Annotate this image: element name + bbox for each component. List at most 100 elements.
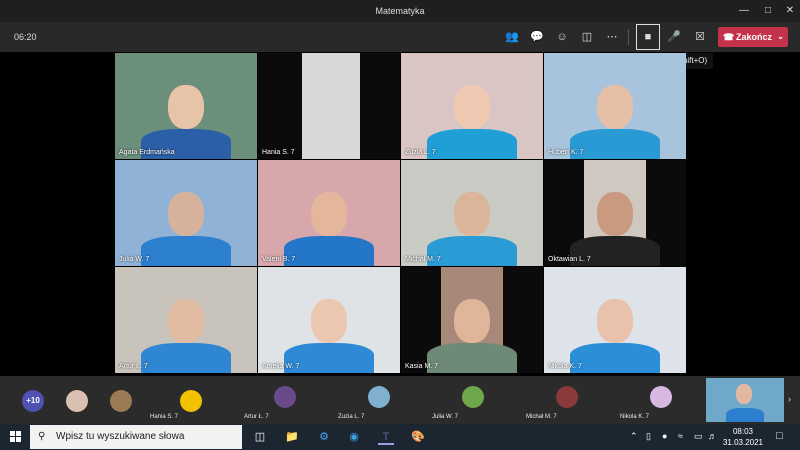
avatar[interactable] [180, 390, 202, 412]
task-view-icon[interactable]: ◫ [252, 429, 268, 445]
video-tile[interactable]: Amelia W. 7 [258, 267, 400, 373]
phone-hangup-icon: ☎ [723, 32, 735, 42]
windows-start-icon[interactable] [10, 431, 22, 443]
file-explorer-icon[interactable]: 📁 [284, 429, 300, 445]
participant-name: Amelia W. 7 [262, 363, 300, 370]
participant-name: Valerii B. 7 [262, 256, 296, 263]
video-tile[interactable]: Zuzia L. 7 [401, 53, 543, 159]
participant-name: Artur Ł. 7 [244, 414, 269, 420]
participant-body [141, 343, 231, 373]
system-clock[interactable]: 08:03 31.03.2021 [718, 426, 768, 448]
participant-face [311, 298, 347, 343]
video-tile[interactable]: Artur Ł. 7 [115, 267, 257, 373]
avatar[interactable] [650, 386, 672, 408]
participant-name: Julia W. 7 [432, 414, 459, 420]
teams-icon[interactable]: T [378, 429, 394, 445]
participant-name: Nikola K. 7 [548, 363, 582, 370]
search-placeholder: Wpisz tu wyszukiwane słowa [56, 431, 185, 442]
minimize-button[interactable]: — [736, 3, 752, 19]
more-actions-icon[interactable]: ⋯ [602, 27, 622, 47]
notification-icon[interactable]: □ [776, 430, 783, 442]
avatar[interactable] [368, 386, 390, 408]
participant-name: Julia W. 7 [119, 256, 150, 263]
participant-name: Michał M. 7 [405, 256, 441, 263]
participant-body [141, 236, 231, 266]
participant-face [597, 191, 633, 236]
chevron-down-icon[interactable]: ⌄ [777, 27, 784, 47]
participant-name: Hubert K. 7 [548, 149, 584, 156]
participant-face [597, 298, 633, 343]
reactions-icon[interactable]: ☺ [552, 27, 572, 47]
close-window-button[interactable]: ✕ [782, 3, 798, 19]
participant-body [427, 343, 517, 373]
chevron-up-icon[interactable]: ⌃ [630, 431, 638, 442]
video-feed [302, 53, 360, 159]
participant-face [168, 191, 204, 236]
search-icon: ⚲ [38, 431, 46, 442]
avatar[interactable] [66, 390, 88, 412]
participant-name: Oktawian L. 7 [548, 256, 591, 263]
paint-icon[interactable]: 🎨 [410, 429, 426, 445]
video-tile[interactable]: Valerii B. 7 [258, 160, 400, 266]
self-view-face [736, 384, 752, 404]
participant-name: Hania S. 7 [262, 149, 295, 156]
self-view[interactable] [706, 378, 784, 422]
participant-face [168, 84, 204, 129]
participant-face [454, 298, 490, 343]
participant-face [597, 84, 633, 129]
participant-name: Artur Ł. 7 [119, 363, 148, 370]
chevron-right-icon[interactable]: › [788, 394, 791, 404]
participants-icon[interactable]: 👥 [502, 27, 522, 47]
participant-name: Michał M. 7 [526, 414, 557, 420]
taskbar-search[interactable]: ⚲ Wpisz tu wyszukiwane słowa [30, 425, 242, 449]
avatar[interactable] [274, 386, 296, 408]
self-view-body [726, 408, 764, 422]
share-screen-icon[interactable]: ◫ [577, 27, 597, 47]
video-tile[interactable]: Nikola K. 7 [544, 267, 686, 373]
video-tile[interactable]: Hania S. 7 [258, 53, 400, 159]
edge-icon[interactable]: ◉ [346, 429, 362, 445]
participant-name: Nikola K. 7 [620, 414, 650, 420]
volume-icon[interactable]: ♬ [708, 431, 717, 441]
microphone-icon[interactable]: 🎤 [664, 27, 684, 47]
participant-body [570, 343, 660, 373]
chat-icon[interactable]: 💬 [527, 27, 547, 47]
participant-body [427, 129, 517, 159]
microphone-icon[interactable]: ● [662, 431, 667, 441]
video-tile[interactable]: Hubert K. 7 [544, 53, 686, 159]
participant-face [454, 84, 490, 129]
leave-button[interactable]: ☎ Zakończ ⌄ [718, 27, 788, 47]
participant-face [454, 191, 490, 236]
taskbar: ⚲ Wpisz tu wyszukiwane słowa ◫ 📁 ⚙ ◉ T 🎨… [0, 424, 800, 450]
video-tile[interactable]: Agata Erdmańska [115, 53, 257, 159]
camera-icon[interactable]: ■ [636, 24, 660, 50]
participant-body [570, 129, 660, 159]
video-tile[interactable]: Michał M. 7 [401, 160, 543, 266]
share-tray-icon[interactable]: ☒ [690, 27, 710, 47]
wifi-icon[interactable]: ≈ [678, 431, 683, 441]
avatar[interactable] [110, 390, 132, 412]
avatar[interactable] [556, 386, 578, 408]
maximize-button[interactable]: □ [760, 3, 776, 19]
video-grid: Agata Erdmańska Hania S. 7 Zuzia L. 7 Hu… [115, 53, 686, 375]
video-tile[interactable]: Julia W. 7 [115, 160, 257, 266]
participant-strip: +10 Hania S. 7 Artur Ł. 7 Zuzia L. 7 Jul… [0, 376, 800, 424]
participant-face [168, 298, 204, 343]
participant-name: Zuzia L. 7 [338, 414, 365, 420]
participant-name: Zuzia L. 7 [405, 149, 436, 156]
participant-face [311, 191, 347, 236]
meeting-toolbar: 06:20 👥 💬 ☺ ◫ ⋯ ■ 🎤 ☒ ☎ Zakończ ⌄ [0, 22, 800, 52]
battery-icon[interactable]: ▭ [694, 431, 703, 442]
meeting-timer: 06:20 [14, 32, 37, 42]
toolbar-divider [628, 29, 629, 45]
settings-app-icon[interactable]: ⚙ [316, 429, 332, 445]
device-icon[interactable]: ▯ [646, 431, 651, 442]
more-participants-badge[interactable]: +10 [22, 390, 44, 412]
clock-time: 08:03 [732, 427, 754, 436]
video-tile[interactable]: Oktawian L. 7 [544, 160, 686, 266]
window-title: Matematyka [375, 6, 425, 16]
video-tile[interactable]: Kasia M. 7 [401, 267, 543, 373]
participant-body [284, 236, 374, 266]
avatar[interactable] [462, 386, 484, 408]
title-bar: Matematyka — □ ✕ [0, 0, 800, 22]
